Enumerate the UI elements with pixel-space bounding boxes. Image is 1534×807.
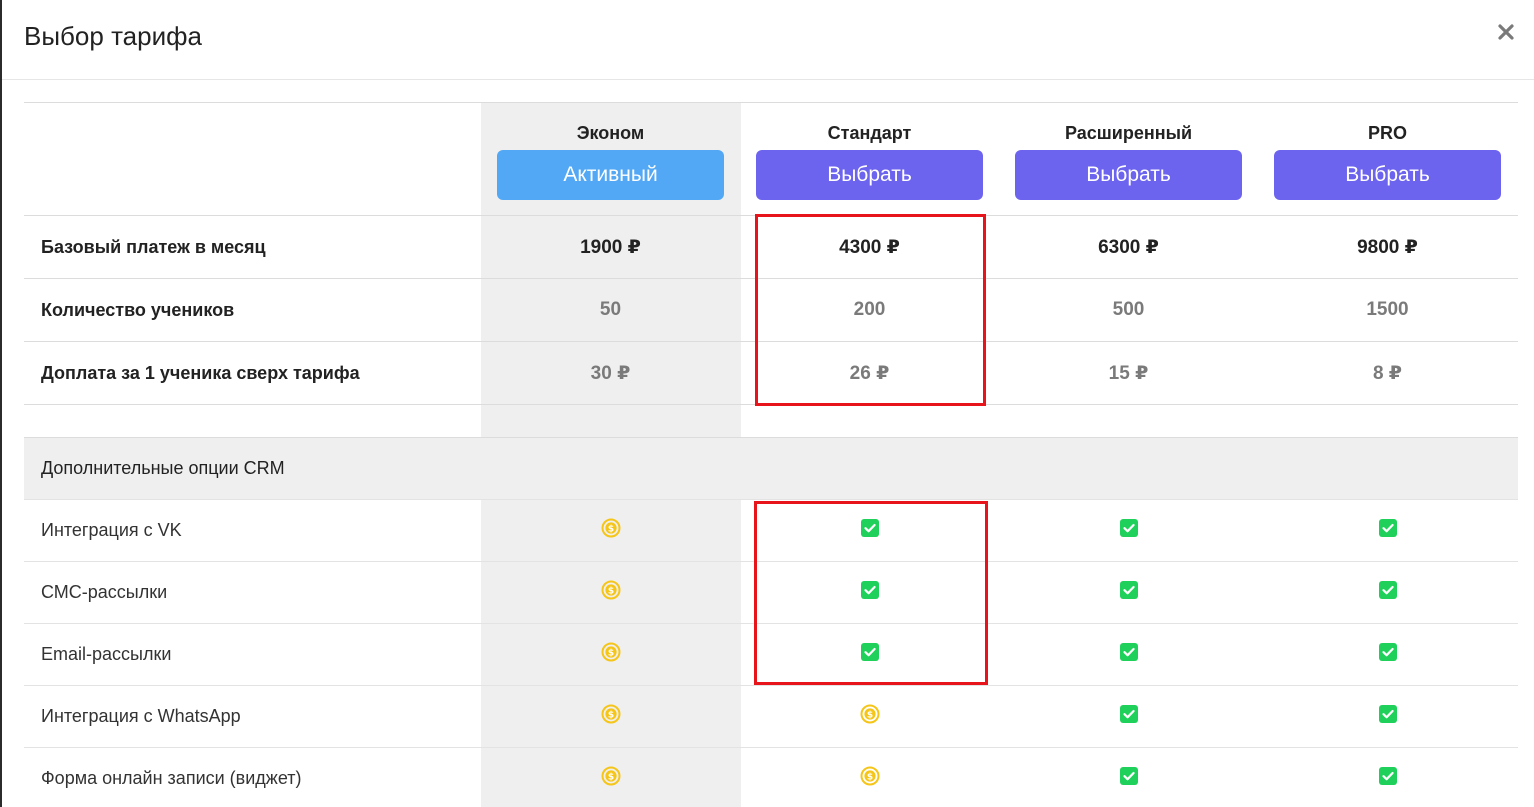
check-icon <box>1119 642 1139 662</box>
svg-text:$: $ <box>607 648 613 658</box>
check-icon <box>860 642 880 662</box>
feature-row: Email-рассылки $ <box>24 623 1518 685</box>
plan-name: Эконом <box>576 123 645 143</box>
close-icon <box>1498 24 1514 40</box>
feature-cell <box>740 518 999 544</box>
feature-cell <box>1258 580 1517 606</box>
check-icon <box>1378 518 1398 538</box>
price-value: 6300 ₽ <box>1098 236 1159 258</box>
select-standard-button[interactable]: Выбрать <box>756 150 983 200</box>
check-icon <box>1119 580 1139 600</box>
tariff-comparison-table: Эконом Активный Стандарт Выбрать Расшире… <box>24 102 1518 807</box>
feature-cell <box>999 518 1258 544</box>
select-pro-button[interactable]: Выбрать <box>1274 150 1501 200</box>
coin-icon: $ <box>601 518 621 538</box>
feature-cell <box>999 642 1258 668</box>
feature-cell <box>740 642 999 668</box>
feature-cell <box>999 704 1258 730</box>
plan-header-standard: Стандарт Выбрать <box>740 103 999 200</box>
coin-icon: $ <box>601 704 621 724</box>
section-title: Дополнительные опции CRM <box>41 458 285 478</box>
svg-text:$: $ <box>607 524 613 534</box>
extra-fee-value: 26 ₽ <box>849 362 890 384</box>
feature-cell <box>999 766 1258 792</box>
row-label: Доплата за 1 ученика сверх тарифа <box>41 362 360 383</box>
feature-label: Email-рассылки <box>41 644 172 664</box>
feature-label: Интеграция с VK <box>41 520 182 540</box>
feature-row: СМС-рассылки $ <box>24 561 1518 623</box>
plan-header-pro: PRO Выбрать <box>1258 103 1517 200</box>
feature-cell: $ <box>740 766 999 792</box>
plan-header-economy: Эконом Активный <box>481 103 740 200</box>
svg-text:$: $ <box>607 772 613 782</box>
plans-header-row: Эконом Активный Стандарт Выбрать Расшире… <box>24 102 1518 215</box>
feature-cell <box>1258 518 1517 544</box>
extra-fee-value: 8 ₽ <box>1372 362 1403 384</box>
extra-fee-value: 30 ₽ <box>590 362 631 384</box>
feature-label: Форма онлайн записи (виджет) <box>41 768 302 788</box>
feature-cell <box>1258 704 1517 730</box>
coin-icon: $ <box>601 766 621 786</box>
window-edge <box>0 0 2 807</box>
extra-fee-value: 15 ₽ <box>1108 362 1149 384</box>
close-button[interactable] <box>1496 22 1516 42</box>
feature-row: Интеграция с VK $ <box>24 499 1518 561</box>
plan-name: PRO <box>1367 123 1407 143</box>
pricing-row-extra-student-fee: Доплата за 1 ученика сверх тарифа 30 ₽ 2… <box>24 341 1518 405</box>
feature-cell <box>740 580 999 606</box>
check-icon <box>1119 518 1139 538</box>
coin-icon: $ <box>860 704 880 724</box>
svg-text:$: $ <box>866 772 872 782</box>
feature-label: СМС-рассылки <box>41 582 168 602</box>
check-icon <box>1378 580 1398 600</box>
price-value: 9800 ₽ <box>1357 236 1418 258</box>
feature-cell: $ <box>481 766 740 792</box>
student-count-value: 500 <box>1112 299 1145 320</box>
student-count-value: 50 <box>599 299 622 320</box>
check-icon <box>860 518 880 538</box>
select-extended-button[interactable]: Выбрать <box>1015 150 1242 200</box>
feature-cell <box>999 580 1258 606</box>
feature-cell: $ <box>740 704 999 730</box>
feature-row: Форма онлайн записи (виджет) $ $ <box>24 747 1518 807</box>
feature-cell <box>1258 766 1517 792</box>
feature-cell: $ <box>481 580 740 606</box>
crm-options-section-header: Дополнительные опции CRM <box>24 437 1518 499</box>
feature-cell <box>1258 642 1517 668</box>
check-icon <box>1119 766 1139 786</box>
check-icon <box>1378 766 1398 786</box>
check-icon <box>860 580 880 600</box>
row-label: Количество учеников <box>41 299 235 320</box>
pricing-row-base-payment: Базовый платеж в месяц 1900 ₽ 4300 ₽ 630… <box>24 215 1518 278</box>
feature-cell: $ <box>481 518 740 544</box>
svg-text:$: $ <box>607 586 613 596</box>
feature-label: Интеграция с WhatsApp <box>41 706 241 726</box>
pricing-row-student-count: Количество учеников 50 200 500 1500 <box>24 278 1518 341</box>
coin-icon: $ <box>860 766 880 786</box>
check-icon <box>1378 642 1398 662</box>
feature-row: Интеграция с WhatsApp $ $ <box>24 685 1518 747</box>
plan-name: Расширенный <box>1064 123 1193 143</box>
price-value: 4300 ₽ <box>839 236 900 258</box>
check-icon <box>1378 704 1398 724</box>
plan-active-button[interactable]: Активный <box>497 150 724 200</box>
row-label: Базовый платеж в месяц <box>41 236 266 257</box>
coin-icon: $ <box>601 580 621 600</box>
feature-cell: $ <box>481 642 740 668</box>
dialog-title: Выбор тарифа <box>24 21 202 51</box>
student-count-value: 200 <box>853 299 886 320</box>
svg-text:$: $ <box>607 710 613 720</box>
svg-text:$: $ <box>866 710 872 720</box>
feature-cell: $ <box>481 704 740 730</box>
price-value: 1900 ₽ <box>580 236 641 258</box>
check-icon <box>1119 704 1139 724</box>
coin-icon: $ <box>601 642 621 662</box>
plan-header-extended: Расширенный Выбрать <box>999 103 1258 200</box>
student-count-value: 1500 <box>1366 299 1409 320</box>
plan-name: Стандарт <box>827 123 912 143</box>
dialog-header: Выбор тарифа <box>2 0 1534 80</box>
